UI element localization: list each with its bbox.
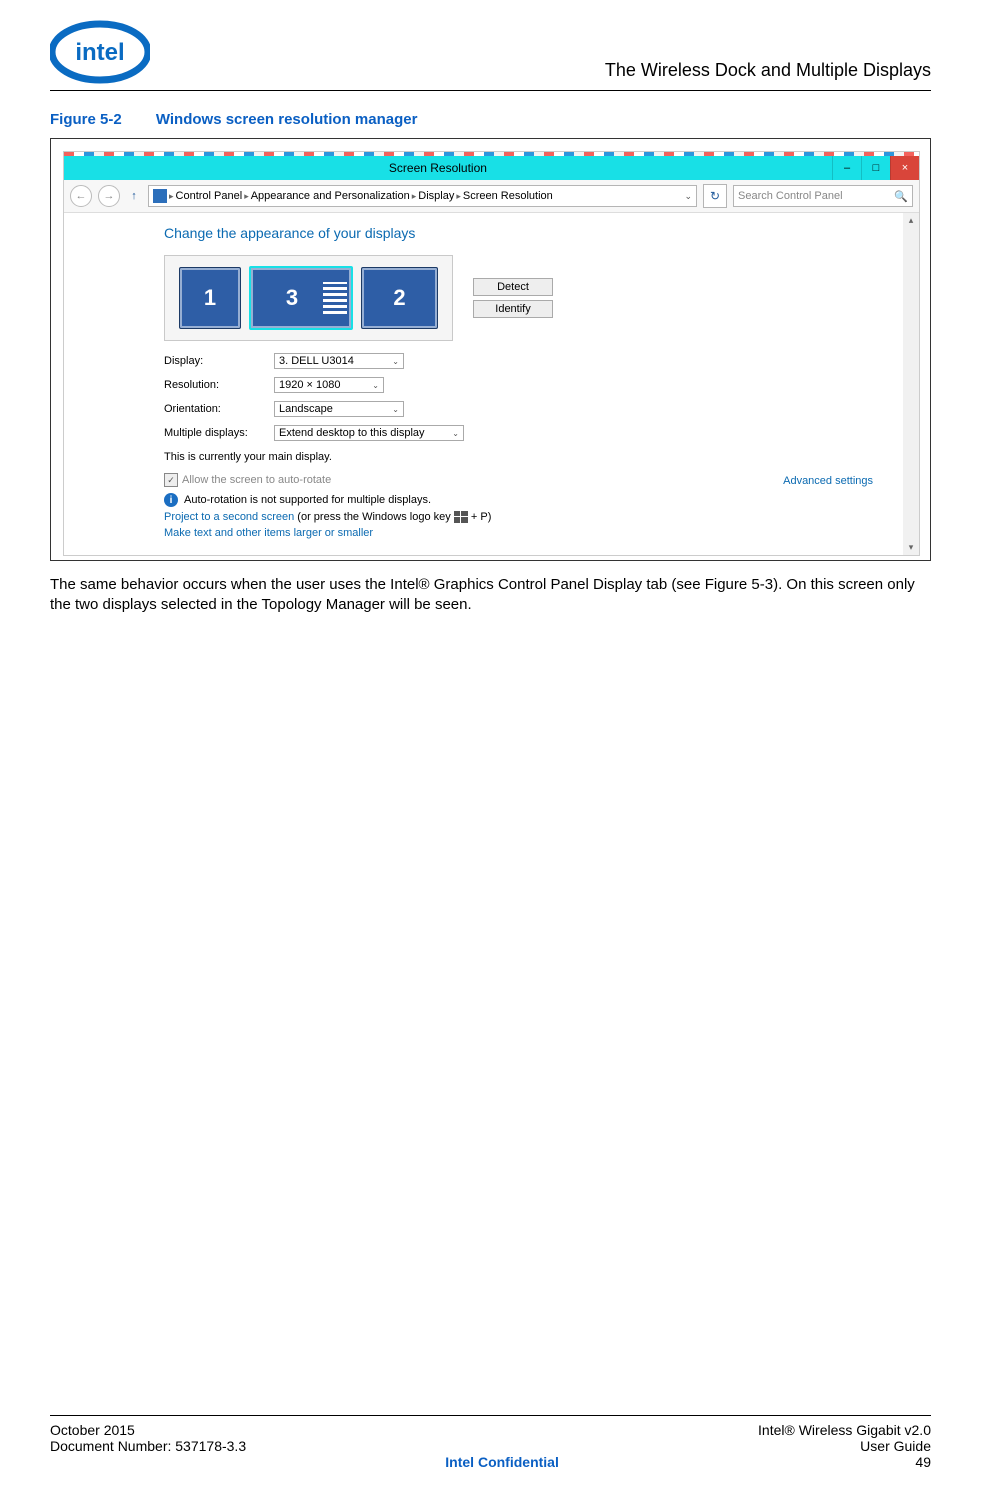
- footer-product: Intel® Wireless Gigabit v2.0: [758, 1422, 931, 1438]
- project-suffix-b: + P): [468, 511, 492, 523]
- figure-caption: Figure 5-2 Windows screen resolution man…: [50, 111, 931, 128]
- auto-rotate-info: Auto-rotation is not supported for multi…: [184, 494, 431, 506]
- breadcrumb-item[interactable]: Appearance and Personalization: [251, 190, 410, 202]
- display-select[interactable]: 3. DELL U3014⌄: [274, 353, 404, 369]
- scrollbar[interactable]: ▴ ▾: [903, 213, 919, 555]
- svg-text:intel: intel: [75, 39, 124, 66]
- auto-rotate-checkbox[interactable]: ✓: [164, 473, 178, 487]
- search-input[interactable]: Search Control Panel 🔍: [733, 185, 913, 207]
- refresh-button[interactable]: ↻: [703, 184, 727, 208]
- orientation-label: Orientation:: [164, 403, 274, 415]
- make-text-larger-link[interactable]: Make text and other items larger or smal…: [164, 527, 373, 539]
- project-second-screen-link[interactable]: Project to a second screen: [164, 511, 294, 523]
- intel-logo: intel: [50, 20, 150, 84]
- breadcrumb-item[interactable]: Control Panel: [176, 190, 243, 202]
- resolution-label: Resolution:: [164, 379, 274, 391]
- panel-heading: Change the appearance of your displays: [164, 225, 873, 241]
- resolution-select[interactable]: 1920 × 1080⌄: [274, 377, 384, 393]
- scroll-down-icon[interactable]: ▾: [909, 542, 914, 553]
- display-label: Display:: [164, 355, 274, 367]
- page-footer: October 2015 Document Number: 537178-3.3…: [50, 1415, 931, 1470]
- back-button[interactable]: ←: [70, 185, 92, 207]
- minimize-button[interactable]: –: [832, 156, 861, 180]
- display-arrangement[interactable]: 1 3 2: [164, 255, 453, 341]
- search-placeholder: Search Control Panel: [738, 190, 843, 202]
- body-paragraph: The same behavior occurs when the user u…: [50, 575, 931, 616]
- content-area: Change the appearance of your displays 1…: [64, 213, 919, 555]
- breadcrumb-item[interactable]: Display: [418, 190, 454, 202]
- monitor-2[interactable]: 2: [361, 267, 438, 329]
- figure-frame: Screen Resolution – □ × ← → ↑ ▸ Control …: [50, 138, 931, 561]
- detect-button[interactable]: Detect: [473, 278, 553, 296]
- footer-doc-type: User Guide: [758, 1438, 931, 1454]
- footer-date: October 2015: [50, 1422, 246, 1438]
- footer-confidential: Intel Confidential: [445, 1454, 559, 1470]
- control-panel-icon: [153, 189, 167, 203]
- monitor-1[interactable]: 1: [179, 267, 241, 329]
- restore-button[interactable]: □: [861, 156, 890, 180]
- search-icon: 🔍: [894, 190, 908, 203]
- taskbar-icon: [323, 282, 347, 314]
- breadcrumb-item[interactable]: Screen Resolution: [463, 190, 553, 202]
- screenshot-window: Screen Resolution – □ × ← → ↑ ▸ Control …: [63, 151, 920, 556]
- close-button[interactable]: ×: [890, 156, 919, 180]
- breadcrumb[interactable]: ▸ Control Panel ▸ Appearance and Persona…: [148, 185, 697, 207]
- figure-label: Figure 5-2: [50, 111, 122, 128]
- up-button[interactable]: ↑: [126, 188, 142, 204]
- window-title: Screen Resolution: [389, 161, 487, 175]
- multiple-displays-select[interactable]: Extend desktop to this display⌄: [274, 425, 464, 441]
- figure-title: Windows screen resolution manager: [156, 111, 418, 128]
- monitor-3-selected[interactable]: 3: [249, 266, 353, 330]
- forward-button[interactable]: →: [98, 185, 120, 207]
- multiple-displays-label: Multiple displays:: [164, 427, 274, 439]
- identify-button[interactable]: Identify: [473, 300, 553, 318]
- info-icon: i: [164, 493, 178, 507]
- orientation-select[interactable]: Landscape⌄: [274, 401, 404, 417]
- address-bar-row: ← → ↑ ▸ Control Panel ▸ Appearance and P…: [64, 180, 919, 213]
- windows-key-icon: [454, 511, 468, 523]
- main-display-text: This is currently your main display.: [164, 451, 873, 463]
- scroll-up-icon[interactable]: ▴: [909, 215, 914, 226]
- project-suffix-a: (or press the Windows logo key: [294, 511, 454, 523]
- section-title: The Wireless Dock and Multiple Displays: [605, 60, 931, 81]
- advanced-settings-link[interactable]: Advanced settings: [783, 475, 873, 487]
- titlebar: Screen Resolution – □ ×: [64, 156, 919, 180]
- page-header: intel The Wireless Dock and Multiple Dis…: [50, 20, 931, 91]
- auto-rotate-label: Allow the screen to auto-rotate: [182, 474, 331, 486]
- footer-doc-number: Document Number: 537178-3.3: [50, 1438, 246, 1454]
- footer-page-number: 49: [758, 1454, 931, 1470]
